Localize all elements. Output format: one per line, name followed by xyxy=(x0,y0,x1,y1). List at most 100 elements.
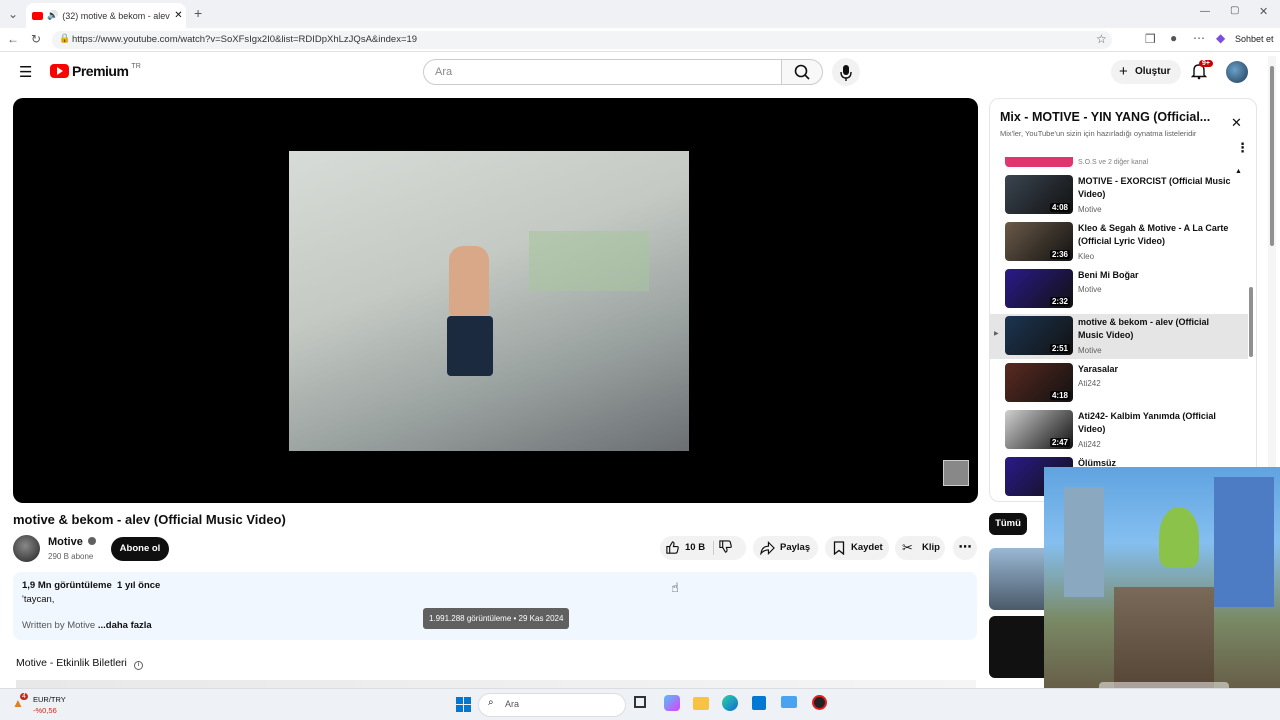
url-field[interactable]: https://www.youtube.com/watch?v=SoXFsIgx… xyxy=(52,31,1112,49)
playlist-thumbnail[interactable]: 4:08 xyxy=(1005,175,1073,214)
dislike-button[interactable] xyxy=(718,539,740,557)
duration-badge: 2:36 xyxy=(1049,250,1070,259)
menu-icon[interactable]: ☰ xyxy=(19,63,32,81)
new-tab-icon[interactable]: + xyxy=(194,5,202,21)
video-player[interactable] xyxy=(13,98,978,503)
pill-divider xyxy=(713,541,714,555)
audio-icon[interactable]: 🔊 xyxy=(47,10,58,21)
search-input[interactable]: Ara xyxy=(423,59,782,85)
playlist-item-channel: Ati242 xyxy=(1078,379,1101,388)
youtube-play-icon xyxy=(50,64,69,78)
profile-icon[interactable]: ● xyxy=(1170,31,1177,45)
playlist-item[interactable]: 4:08 MOTIVE - EXORCIST (Official Music Vi… xyxy=(990,173,1248,218)
playlist-item[interactable]: 2:47 Ati242- Kalbim Yanımda (Official Vid… xyxy=(990,408,1248,453)
top-partial-thumb xyxy=(1005,157,1073,167)
playlist-thumbnail[interactable]: 2:36 xyxy=(1005,222,1073,261)
mail-icon[interactable] xyxy=(781,696,797,708)
lock-icon: 🔒 xyxy=(59,33,71,43)
start-button[interactable] xyxy=(456,697,471,712)
description-line-1: 'taycan, xyxy=(22,594,55,605)
create-button[interactable]: + Oluştur xyxy=(1111,60,1181,84)
playlist-thumbnail[interactable]: 4:18 xyxy=(1005,363,1073,402)
playlist-thumbnail[interactable]: 2:32 xyxy=(1005,269,1073,308)
notifications-button[interactable]: 9+ xyxy=(1190,60,1213,82)
channel-watermark-icon[interactable] xyxy=(943,460,969,486)
avatar[interactable] xyxy=(1226,61,1248,83)
taskbar: ▲ 4 EUR/TRY -%0,56 ⌕ Ara xyxy=(0,688,1280,720)
favorite-icon[interactable]: ☆ xyxy=(1096,32,1107,46)
playlist-thumbnail[interactable]: 2:47 xyxy=(1005,410,1073,449)
logo-region: TR xyxy=(131,62,141,70)
duration-badge: 2:47 xyxy=(1049,438,1070,447)
playlist-scrollbar[interactable] xyxy=(1249,287,1253,357)
collections-icon[interactable]: ❒ xyxy=(1145,32,1156,46)
playlist-item[interactable]: 4:18 Yarasalar Ati242 xyxy=(990,361,1248,406)
show-more-link[interactable]: ...daha fazla xyxy=(98,620,152,631)
top-partial-text: S.O.S ve 2 diğer kanal xyxy=(1078,159,1149,166)
edge-icon[interactable] xyxy=(722,695,738,711)
close-window-icon[interactable]: ✕ xyxy=(1259,5,1268,18)
youtube-header: ☰ Premium TR Ara + Oluştur 9+ xyxy=(0,52,1268,92)
close-playlist-button[interactable]: ✕ xyxy=(1231,115,1242,131)
playlist-item-channel: Motive xyxy=(1078,285,1102,294)
verified-icon xyxy=(87,537,96,545)
save-label: Kaydet xyxy=(851,542,883,553)
minimize-icon[interactable]: — xyxy=(1200,6,1210,17)
taskbar-search[interactable]: ⌕ Ara xyxy=(478,693,626,717)
video-scene-figure xyxy=(449,246,489,316)
share-button[interactable]: Paylaş xyxy=(753,536,818,560)
file-explorer-icon[interactable] xyxy=(693,697,709,710)
playlist-item-title: Yarasalar xyxy=(1078,364,1119,374)
search-button[interactable] xyxy=(781,59,823,85)
chat-button[interactable]: Sohbet et xyxy=(1235,34,1274,44)
voice-search-button[interactable] xyxy=(832,58,860,86)
back-icon[interactable]: ← xyxy=(7,32,19,46)
address-bar-row: ← ↻ https://www.youtube.com/watch?v=SoXF… xyxy=(0,28,1280,52)
playlist-item-title: motive & bekom - alev (Official Music Vi… xyxy=(1078,317,1210,340)
app-icon[interactable] xyxy=(812,695,827,710)
save-button[interactable]: Kaydet xyxy=(825,536,889,560)
more-actions-button[interactable]: ⋯ xyxy=(953,536,977,560)
info-icon[interactable]: i xyxy=(133,661,143,670)
channel-avatar[interactable] xyxy=(13,535,40,562)
weather-widget[interactable]: ▲ 4 EUR/TRY -%0,56 xyxy=(10,693,70,717)
recommendation-thumb[interactable] xyxy=(989,548,1049,610)
maximize-icon[interactable]: ▢ xyxy=(1230,5,1239,16)
playlist-item[interactable]: 2:36 Kleo & Segah & Motive - A La Carte (… xyxy=(990,220,1248,265)
youtube-favicon-icon xyxy=(32,11,43,20)
url-text: https://www.youtube.com/watch?v=SoXFsIgx… xyxy=(72,34,418,45)
recommendation-thumb[interactable] xyxy=(989,616,1049,678)
subscribe-button[interactable]: Abone ol xyxy=(111,537,169,561)
clip-button[interactable]: ✂ Klip xyxy=(895,536,945,560)
search-icon xyxy=(794,64,810,80)
task-view-icon[interactable] xyxy=(634,696,646,708)
more-icon[interactable]: ⋯ xyxy=(1193,31,1205,45)
duration-badge: 2:32 xyxy=(1049,297,1070,306)
playlist-item-title: MOTIVE - EXORCIST (Official Music Video) xyxy=(1078,176,1231,199)
widgets-icon[interactable] xyxy=(664,695,680,711)
description-box[interactable]: 1,9 Mn görüntüleme 1 yıl önce 'taycan, W… xyxy=(13,572,977,640)
notification-badge: 9+ xyxy=(1199,60,1213,67)
channel-name[interactable]: Motive xyxy=(48,536,96,548)
browser-tab[interactable]: 🔊 (32) motive & bekom - alev ( ✕ xyxy=(26,3,186,28)
playlist-thumbnail[interactable]: 2:51 xyxy=(1005,316,1073,355)
duration-badge: 2:51 xyxy=(1049,344,1070,353)
copilot-icon[interactable]: ◆ xyxy=(1216,31,1225,45)
refresh-icon[interactable]: ↻ xyxy=(31,32,41,46)
more-icon: ⋯ xyxy=(958,539,972,554)
duration-badge: 4:08 xyxy=(1049,203,1070,212)
store-icon[interactable] xyxy=(752,696,766,710)
playlist-item[interactable]: ▶ 2:51 motive & bekom - alev (Official Mus… xyxy=(990,314,1248,359)
search-placeholder: Ara xyxy=(435,66,453,78)
currency-change: -%0,56 xyxy=(33,706,57,715)
chip-all[interactable]: Tümü xyxy=(989,513,1027,535)
tab-title: (32) motive & bekom - alev ( xyxy=(62,10,171,21)
playlist-item-channel: Motive xyxy=(1078,346,1102,355)
tab-list-icon[interactable]: ⌄ xyxy=(8,7,18,21)
youtube-logo[interactable]: Premium TR xyxy=(50,63,141,79)
playlist-item[interactable]: 2:32 Beni Mi Boğar Motive xyxy=(990,267,1248,312)
close-tab-icon[interactable]: ✕ xyxy=(174,10,182,21)
scrollbar-thumb[interactable] xyxy=(1270,66,1274,246)
playlist-item-channel: Motive xyxy=(1078,205,1102,214)
playlist-menu-button[interactable]: ⋮ xyxy=(1236,141,1249,154)
